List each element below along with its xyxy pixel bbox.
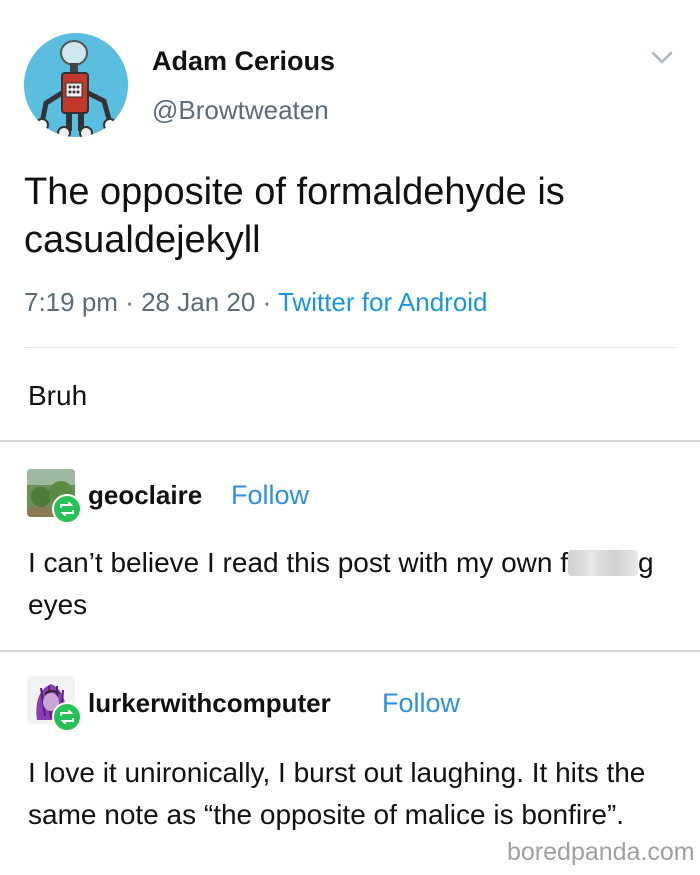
reblog-text-part: I can’t believe I read this post with my… [28, 547, 569, 578]
author-avatar[interactable] [24, 33, 128, 137]
tweet-header: Adam Cerious @Browtweaten [0, 0, 700, 150]
reblog-text: I love it unironically, I burst out laug… [28, 757, 646, 830]
robot-avatar-icon [24, 33, 128, 137]
tweet-date[interactable]: 28 Jan 20 [141, 287, 255, 317]
meta-separator: · [262, 287, 272, 317]
watermark: boredpanda.com [507, 838, 695, 866]
censor-blur [568, 550, 639, 576]
reblog-username[interactable]: geoclaire [88, 480, 202, 511]
tweet-time[interactable]: 7:19 pm [24, 287, 118, 317]
meta-separator: · [125, 287, 134, 317]
tweet-divider [24, 347, 676, 348]
tweet-text: The opposite of formaldehyde is casualde… [24, 171, 565, 261]
tweet-source-link[interactable]: Twitter for Android [278, 287, 488, 317]
follow-button[interactable]: Follow [382, 688, 460, 719]
reblog-username[interactable]: lurkerwithcomputer [88, 688, 331, 719]
author-handle[interactable]: @Browtweaten [152, 95, 329, 126]
author-name[interactable]: Adam Cerious [152, 46, 335, 77]
reblog-icon [52, 702, 82, 732]
chevron-down-icon[interactable] [650, 48, 674, 68]
tweet-meta: 7:19 pm · 28 Jan 20 · Twitter for Androi… [24, 287, 488, 318]
op-comment: Bruh [28, 380, 88, 411]
reblog-icon [52, 494, 82, 524]
follow-button[interactable]: Follow [231, 480, 309, 511]
reblog-text: I can’t believe I read this post with my… [28, 542, 678, 626]
reblog-item: geoclaire Follow I can’t believe I read … [0, 442, 700, 650]
